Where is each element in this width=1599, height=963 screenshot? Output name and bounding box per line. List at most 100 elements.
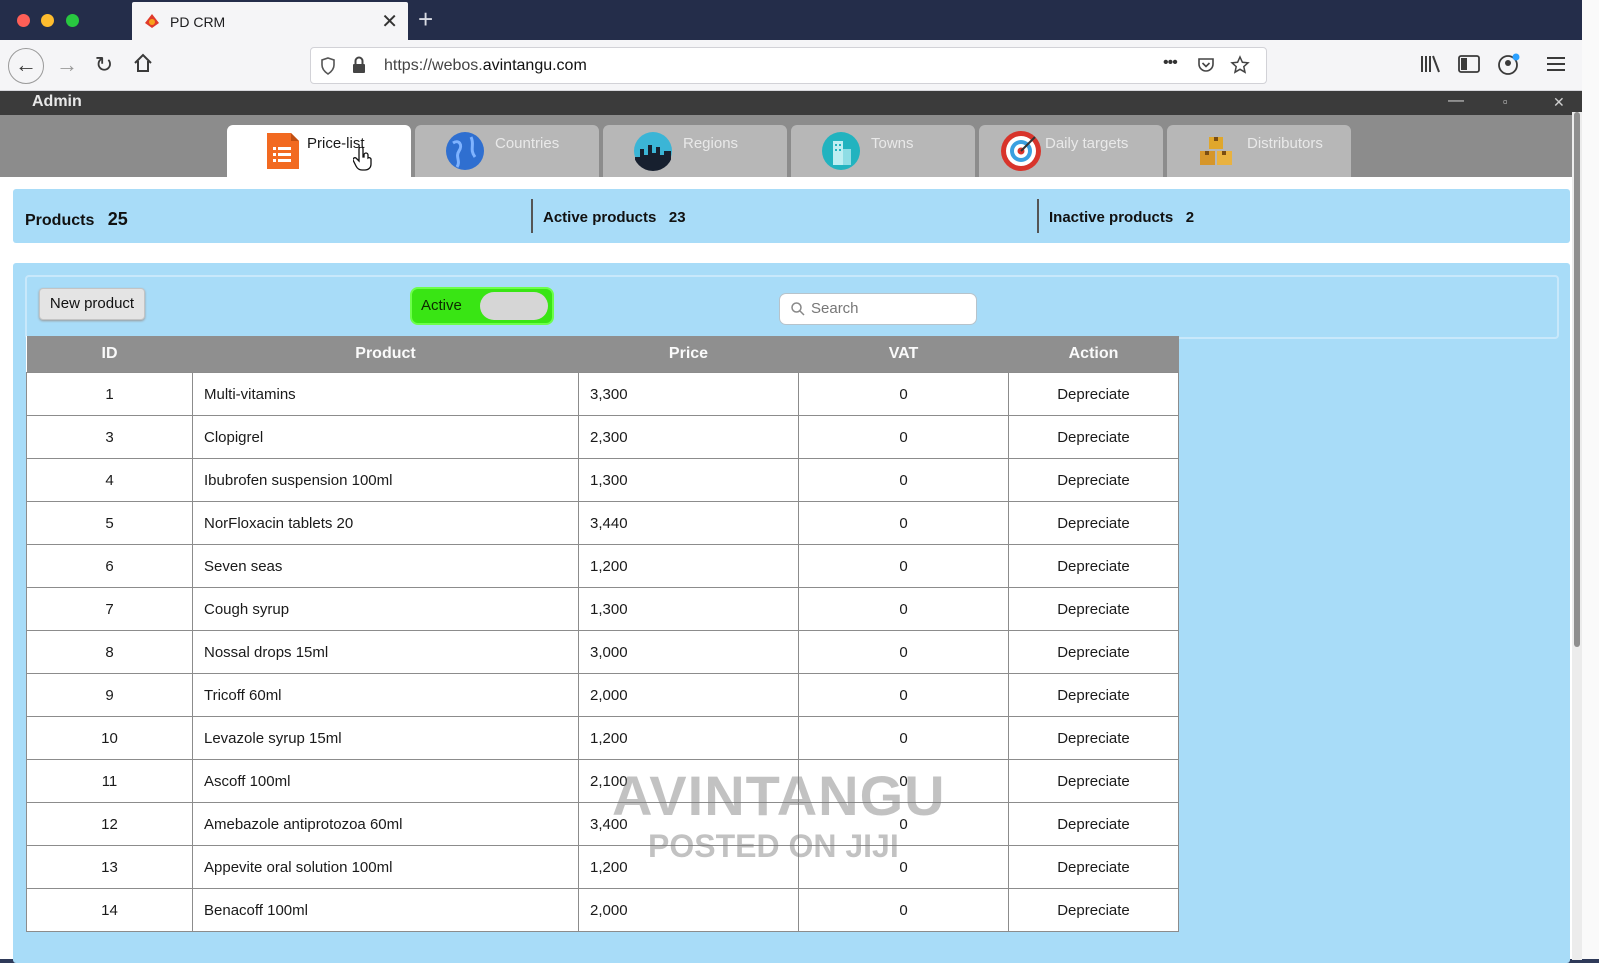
depreciate-button[interactable]: Depreciate: [1008, 544, 1179, 588]
cell-id: 8: [26, 630, 193, 674]
table-row[interactable]: 12 Amebazole antiprotozoa 60ml 3,400 0 Depre…: [26, 802, 1179, 846]
cell-product: Seven seas: [192, 544, 579, 588]
depreciate-button[interactable]: Depreciate: [1008, 802, 1179, 846]
col-header-price[interactable]: Price: [578, 336, 799, 373]
maximize-icon[interactable]: ▫: [1503, 94, 1508, 109]
cell-product: Tricoff 60ml: [192, 673, 579, 717]
table-row[interactable]: 4 Ibubrofen suspension 100ml 1,300 0 Depreci…: [26, 458, 1179, 502]
reload-icon[interactable]: ↻: [91, 52, 117, 78]
table-row[interactable]: 9 Tricoff 60ml 2,000 0 Depreciate: [26, 673, 1179, 717]
depreciate-button[interactable]: Depreciate: [1008, 716, 1179, 760]
scrollbar-thumb[interactable]: [1574, 112, 1580, 647]
table-row[interactable]: 8 Nossal drops 15ml 3,000 0 Depreciate: [26, 630, 1179, 674]
app-window: Admin — ▫ ✕ Price-list Countries Regions…: [0, 91, 1582, 963]
table-row[interactable]: 10 Levazole syrup 15ml 1,200 0 Depreciate: [26, 716, 1179, 760]
cell-id: 13: [26, 845, 193, 889]
shield-icon[interactable]: [320, 57, 336, 75]
sidebar-icon[interactable]: [1458, 55, 1480, 73]
new-product-button[interactable]: New product: [39, 288, 145, 320]
url-text[interactable]: https://webos.avintangu.com: [384, 57, 587, 75]
tab-countries[interactable]: Countries: [415, 125, 599, 177]
search-icon: [791, 302, 805, 316]
bookmark-star-icon[interactable]: [1230, 55, 1250, 75]
tab-daily-targets[interactable]: Daily targets: [979, 125, 1163, 177]
target-icon: [1001, 131, 1041, 171]
vertical-scrollbar[interactable]: [1572, 112, 1582, 960]
col-header-id[interactable]: ID: [26, 336, 193, 373]
cell-product: Levazole syrup 15ml: [192, 716, 579, 760]
close-icon[interactable]: ✕: [1553, 94, 1565, 111]
depreciate-button[interactable]: Depreciate: [1008, 630, 1179, 674]
toggle-knob[interactable]: [480, 292, 548, 320]
back-icon[interactable]: ←: [8, 48, 44, 84]
depreciate-button[interactable]: Depreciate: [1008, 759, 1179, 803]
cell-price: 1,300: [578, 458, 799, 502]
col-header-action[interactable]: Action: [1008, 336, 1179, 373]
col-header-product[interactable]: Product: [192, 336, 579, 373]
cell-vat: 0: [798, 501, 1009, 545]
zoom-window-dot[interactable]: [66, 14, 79, 27]
tab-label: Regions: [683, 135, 739, 152]
cell-price: 2,000: [578, 673, 799, 717]
table-row[interactable]: 7 Cough syrup 1,300 0 Depreciate: [26, 587, 1179, 631]
depreciate-button[interactable]: Depreciate: [1008, 415, 1179, 459]
depreciate-button[interactable]: Depreciate: [1008, 372, 1179, 416]
home-icon[interactable]: [130, 52, 156, 78]
pocket-icon[interactable]: [1197, 56, 1215, 74]
table-header-row: ID Product Price VAT Action: [26, 336, 1179, 373]
new-tab-button[interactable]: +: [418, 4, 433, 35]
cell-vat: 0: [798, 630, 1009, 674]
cell-id: 11: [26, 759, 193, 803]
close-tab-icon[interactable]: ✕: [381, 9, 398, 34]
cell-product: Cough syrup: [192, 587, 579, 631]
more-actions-icon[interactable]: •••: [1163, 54, 1178, 72]
minimize-icon[interactable]: —: [1448, 92, 1464, 110]
tab-label: Distributors: [1247, 135, 1323, 152]
app-title: Admin: [32, 93, 82, 110]
depreciate-button[interactable]: Depreciate: [1008, 587, 1179, 631]
tab-distributors[interactable]: Distributors: [1167, 125, 1351, 177]
cell-vat: 0: [798, 673, 1009, 717]
tab-regions[interactable]: Regions: [603, 125, 787, 177]
table-row[interactable]: 5 NorFloxacin tablets 20 3,440 0 Depreciate: [26, 501, 1179, 545]
active-toggle[interactable]: Active: [410, 287, 554, 325]
library-icon[interactable]: [1420, 54, 1442, 74]
table-row[interactable]: 11 Ascoff 100ml 2,100 0 Depreciate: [26, 759, 1179, 803]
hamburger-menu-icon[interactable]: [1546, 56, 1566, 72]
cell-vat: 0: [798, 544, 1009, 588]
cell-product: Nossal drops 15ml: [192, 630, 579, 674]
cell-price: 1,200: [578, 544, 799, 588]
close-window-dot[interactable]: [17, 14, 30, 27]
depreciate-button[interactable]: Depreciate: [1008, 458, 1179, 502]
table-row[interactable]: 13 Appevite oral solution 100ml 1,200 0 Depr…: [26, 845, 1179, 889]
boxes-icon: [1200, 137, 1232, 165]
browser-tab[interactable]: PD CRM ✕: [132, 2, 408, 40]
search-field[interactable]: Search: [779, 293, 977, 325]
cell-id: 9: [26, 673, 193, 717]
depreciate-button[interactable]: Depreciate: [1008, 845, 1179, 889]
products-total: Products 25: [25, 209, 128, 229]
table-row[interactable]: 3 Clopigrel 2,300 0 Depreciate: [26, 415, 1179, 459]
tab-price-list[interactable]: Price-list: [227, 125, 411, 177]
module-tabs: Price-list Countries Regions Towns Daily…: [0, 115, 1572, 177]
globe-icon: [446, 132, 484, 170]
address-bar[interactable]: https://webos.avintangu.com •••: [310, 47, 1267, 84]
browser-toolbar: ← → ↻ https://webos.avintangu.com •••: [0, 40, 1582, 91]
account-icon[interactable]: [1497, 53, 1521, 75]
table-row[interactable]: 6 Seven seas 1,200 0 Depreciate: [26, 544, 1179, 588]
cell-product: Appevite oral solution 100ml: [192, 845, 579, 889]
cell-price: 2,000: [578, 888, 799, 932]
forward-icon[interactable]: →: [54, 52, 80, 78]
table-row[interactable]: 1 Multi-vitamins 3,300 0 Depreciate: [26, 372, 1179, 416]
table-row[interactable]: 14 Benacoff 100ml 2,000 0 Depreciate: [26, 888, 1179, 932]
cell-product: NorFloxacin tablets 20: [192, 501, 579, 545]
depreciate-button[interactable]: Depreciate: [1008, 501, 1179, 545]
products-table: ID Product Price VAT Action 1 Multi-vitam…: [26, 336, 1179, 932]
depreciate-button[interactable]: Depreciate: [1008, 888, 1179, 932]
stats-divider: [531, 199, 533, 233]
col-header-vat[interactable]: VAT: [798, 336, 1009, 373]
depreciate-button[interactable]: Depreciate: [1008, 673, 1179, 717]
watermark-text: AVINTANGU: [612, 764, 946, 827]
minimize-window-dot[interactable]: [41, 14, 54, 27]
tab-towns[interactable]: Towns: [791, 125, 975, 177]
